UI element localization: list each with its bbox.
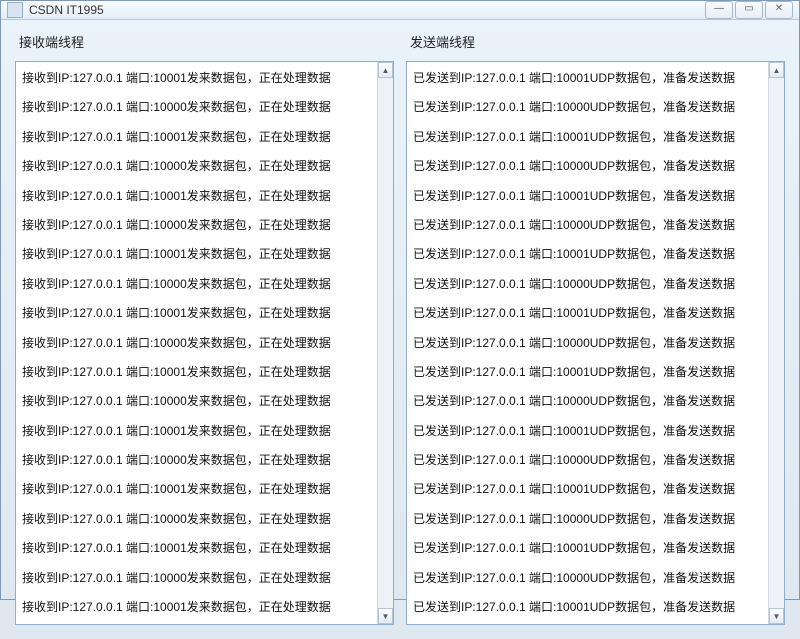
list-item[interactable]: 接收到IP:127.0.0.1 端口:10001发来数据包，正在处理数据 — [16, 358, 377, 387]
list-item[interactable]: 接收到IP:127.0.0.1 端口:10000发来数据包，正在处理数据 — [16, 505, 377, 534]
minimize-button[interactable]: — — [705, 1, 733, 19]
send-panel: 发送端线程 已发送到IP:127.0.0.1 端口:10001UDP数据包，准备… — [406, 32, 785, 625]
list-item[interactable]: 接收到IP:127.0.0.1 端口:10001发来数据包，正在处理数据 — [16, 417, 377, 446]
close-button[interactable]: ✕ — [765, 1, 793, 19]
app-window: CSDN IT1995 — ▭ ✕ 接收端线程 接收到IP:127.0.0.1 … — [0, 0, 800, 600]
list-item[interactable]: 已发送到IP:127.0.0.1 端口:10000UDP数据包，准备发送数据 — [407, 505, 768, 534]
receive-panel: 接收端线程 接收到IP:127.0.0.1 端口:10001发来数据包，正在处理… — [15, 32, 394, 625]
list-item[interactable]: 接收到IP:127.0.0.1 端口:10000发来数据包，正在处理数据 — [16, 152, 377, 181]
receive-listbox[interactable]: 接收到IP:127.0.0.1 端口:10001发来数据包，正在处理数据接收到I… — [16, 62, 377, 624]
list-item[interactable]: 已发送到IP:127.0.0.1 端口:10000UDP数据包，准备发送数据 — [407, 211, 768, 240]
titlebar[interactable]: CSDN IT1995 — ▭ ✕ — [1, 1, 799, 20]
list-item[interactable]: 接收到IP:127.0.0.1 端口:10000发来数据包，正在处理数据 — [16, 270, 377, 299]
list-item[interactable]: 已发送到IP:127.0.0.1 端口:10000UDP数据包，准备发送数据 — [407, 446, 768, 475]
list-item[interactable]: 接收到IP:127.0.0.1 端口:10001发来数据包，正在处理数据 — [16, 240, 377, 269]
list-item[interactable]: 接收到IP:127.0.0.1 端口:10000发来数据包，正在处理数据 — [16, 564, 377, 593]
receive-listbox-wrap: 接收到IP:127.0.0.1 端口:10001发来数据包，正在处理数据接收到I… — [15, 61, 394, 625]
list-item[interactable]: 接收到IP:127.0.0.1 端口:10000发来数据包，正在处理数据 — [16, 93, 377, 122]
receive-scrollbar[interactable]: ▲ ▼ — [377, 62, 393, 624]
list-item[interactable]: 已发送到IP:127.0.0.1 端口:10001UDP数据包，准备发送数据 — [407, 123, 768, 152]
list-item[interactable]: 已发送到IP:127.0.0.1 端口:10001UDP数据包，准备发送数据 — [407, 475, 768, 504]
scroll-down-icon[interactable]: ▼ — [378, 608, 393, 624]
list-item[interactable]: 已发送到IP:127.0.0.1 端口:10000UDP数据包，准备发送数据 — [407, 329, 768, 358]
window-title: CSDN IT1995 — [29, 3, 705, 17]
list-item[interactable]: 接收到IP:127.0.0.1 端口:10000发来数据包，正在处理数据 — [16, 446, 377, 475]
list-item[interactable]: 已发送到IP:127.0.0.1 端口:10000UDP数据包，准备发送数据 — [407, 387, 768, 416]
scroll-up-icon[interactable]: ▲ — [769, 62, 784, 78]
list-item[interactable]: 已发送到IP:127.0.0.1 端口:10001UDP数据包，准备发送数据 — [407, 240, 768, 269]
list-item[interactable]: 已发送到IP:127.0.0.1 端口:10000UDP数据包，准备发送数据 — [407, 270, 768, 299]
list-item[interactable]: 接收到IP:127.0.0.1 端口:10001发来数据包，正在处理数据 — [16, 123, 377, 152]
scroll-down-icon[interactable]: ▼ — [769, 608, 784, 624]
list-item[interactable]: 接收到IP:127.0.0.1 端口:10001发来数据包，正在处理数据 — [16, 475, 377, 504]
list-item[interactable]: 已发送到IP:127.0.0.1 端口:10000UDP数据包，准备发送数据 — [407, 152, 768, 181]
list-item[interactable]: 已发送到IP:127.0.0.1 端口:10001UDP数据包，准备发送数据 — [407, 299, 768, 328]
send-panel-title: 发送端线程 — [410, 32, 785, 51]
app-icon — [7, 2, 23, 18]
list-item[interactable]: 已发送到IP:127.0.0.1 端口:10000UDP数据包，准备发送数据 — [407, 564, 768, 593]
list-item[interactable]: 已发送到IP:127.0.0.1 端口:10001UDP数据包，准备发送数据 — [407, 417, 768, 446]
list-item[interactable]: 接收到IP:127.0.0.1 端口:10001发来数据包，正在处理数据 — [16, 182, 377, 211]
list-item[interactable]: 已发送到IP:127.0.0.1 端口:10001UDP数据包，准备发送数据 — [407, 534, 768, 563]
send-listbox-wrap: 已发送到IP:127.0.0.1 端口:10001UDP数据包，准备发送数据已发… — [406, 61, 785, 625]
send-listbox[interactable]: 已发送到IP:127.0.0.1 端口:10001UDP数据包，准备发送数据已发… — [407, 62, 768, 624]
list-item[interactable]: 接收到IP:127.0.0.1 端口:10001发来数据包，正在处理数据 — [16, 593, 377, 622]
scroll-track[interactable] — [769, 78, 784, 608]
list-item[interactable]: 已发送到IP:127.0.0.1 端口:10001UDP数据包，准备发送数据 — [407, 182, 768, 211]
list-item[interactable]: 接收到IP:127.0.0.1 端口:10001发来数据包，正在处理数据 — [16, 64, 377, 93]
client-area: 接收端线程 接收到IP:127.0.0.1 端口:10001发来数据包，正在处理… — [1, 20, 799, 639]
list-item[interactable]: 已发送到IP:127.0.0.1 端口:10001UDP数据包，准备发送数据 — [407, 64, 768, 93]
receive-panel-title: 接收端线程 — [19, 32, 394, 51]
window-controls: — ▭ ✕ — [705, 1, 793, 19]
list-item[interactable]: 接收到IP:127.0.0.1 端口:10001发来数据包，正在处理数据 — [16, 534, 377, 563]
maximize-button[interactable]: ▭ — [735, 1, 763, 19]
list-item[interactable]: 已发送到IP:127.0.0.1 端口:10001UDP数据包，准备发送数据 — [407, 593, 768, 622]
list-item[interactable]: 接收到IP:127.0.0.1 端口:10000发来数据包，正在处理数据 — [16, 387, 377, 416]
list-item[interactable]: 接收到IP:127.0.0.1 端口:10000发来数据包，正在处理数据 — [16, 211, 377, 240]
send-scrollbar[interactable]: ▲ ▼ — [768, 62, 784, 624]
list-item[interactable]: 接收到IP:127.0.0.1 端口:10001发来数据包，正在处理数据 — [16, 299, 377, 328]
scroll-up-icon[interactable]: ▲ — [378, 62, 393, 78]
list-item[interactable]: 已发送到IP:127.0.0.1 端口:10000UDP数据包，准备发送数据 — [407, 93, 768, 122]
list-item[interactable]: 已发送到IP:127.0.0.1 端口:10001UDP数据包，准备发送数据 — [407, 358, 768, 387]
scroll-track[interactable] — [378, 78, 393, 608]
list-item[interactable]: 接收到IP:127.0.0.1 端口:10000发来数据包，正在处理数据 — [16, 329, 377, 358]
